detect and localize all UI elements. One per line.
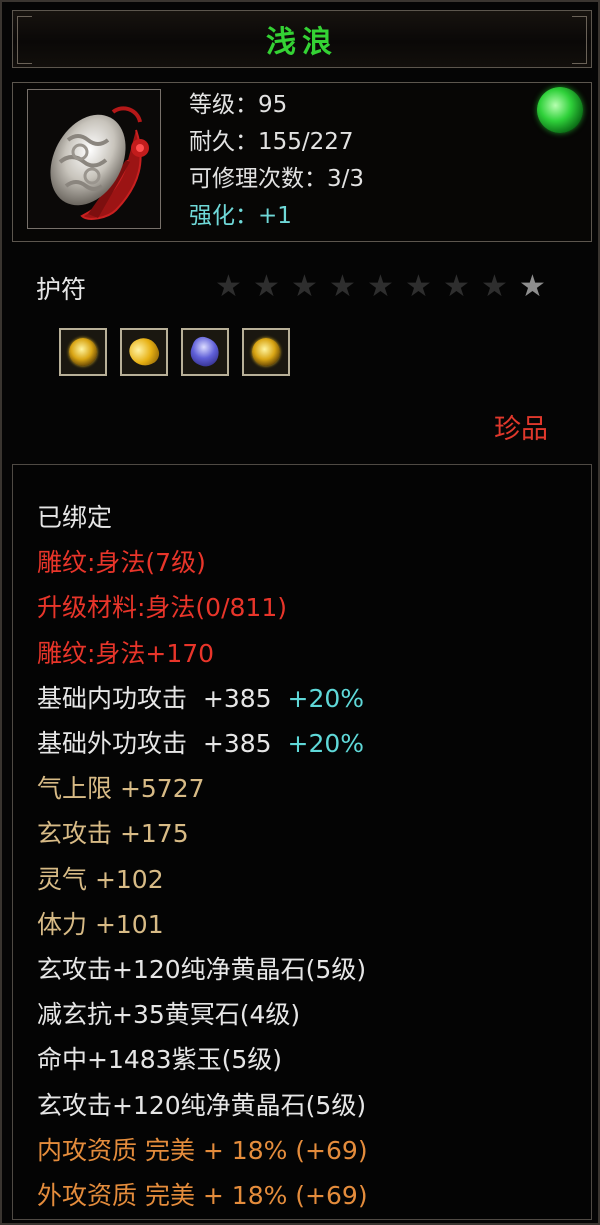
outer-attack-value: +385 <box>202 729 272 759</box>
durability-stat: 耐久：155/227 <box>189 129 354 155</box>
gem-bonus-line: 玄攻击+120纯净黄晶石(5级) <box>37 955 367 985</box>
inner-attack-line: 基础内功攻击 +385 +20% <box>37 676 368 721</box>
spirit-line: 灵气 +102 <box>37 864 164 894</box>
outer-attack-line: 基础外功攻击 +385 +20% <box>37 721 368 766</box>
bound-status: 已绑定 <box>37 503 113 532</box>
upgrade-material-line: 升级材料:身法(0/811) <box>37 593 287 623</box>
outer-quality-line: 外攻资质 完美 + 18% (+69) <box>37 1181 368 1211</box>
inner-attack-value: +385 <box>202 683 272 713</box>
gold-nugget-gem-icon[interactable] <box>120 328 168 376</box>
inner-attack-percent: +20% <box>287 683 365 713</box>
item-name: 浅浪 <box>266 25 338 60</box>
inner-attack-label: 基础内功攻击 <box>37 683 188 713</box>
engrave-bonus-line: 雕纹:身法+170 <box>37 638 215 668</box>
star-icon: ★ <box>367 269 394 304</box>
level-stat: 等级：95 <box>189 92 288 118</box>
star-icon: ★ <box>253 269 280 304</box>
item-info-panel: 等级：95 耐久：155/227 可修理次数：3/3 强化：+1 <box>12 82 592 242</box>
star-icon: ★ <box>215 269 242 304</box>
gem-bonus-line: 命中+1483紫玉(5级) <box>37 1045 282 1075</box>
gem-bonus-line: 玄攻击+120纯净黄晶石(5级) <box>37 1090 367 1120</box>
star-icon: ★ <box>291 269 318 304</box>
outer-attack-percent: +20% <box>287 729 365 759</box>
engrave-line: 雕纹:身法(7级) <box>37 548 206 578</box>
star-icon: ★ <box>443 269 470 304</box>
mystic-attack-line: 玄攻击 +175 <box>37 819 189 849</box>
attributes-panel: 已绑定 雕纹:身法(7级) 升级材料:身法(0/811) 雕纹:身法+170 基… <box>12 464 592 1220</box>
gem-slots <box>59 328 290 376</box>
yellow-crystal-gem-icon[interactable] <box>59 328 107 376</box>
purple-jade-gem-icon[interactable] <box>181 328 229 376</box>
enhance-stat: 强化：+1 <box>189 203 292 229</box>
star-icon: ★ <box>481 269 508 304</box>
item-stats: 等级：95 耐久：155/227 可修理次数：3/3 强化：+1 <box>189 87 364 235</box>
gem-bonus-line: 减玄抗+35黄冥石(4级) <box>37 1000 301 1030</box>
yellow-crystal-gem-icon[interactable] <box>242 328 290 376</box>
repair-count-stat: 可修理次数：3/3 <box>189 166 365 192</box>
star-lit-icon: ★ <box>519 269 546 304</box>
star-icon: ★ <box>405 269 432 304</box>
outer-attack-label: 基础外功攻击 <box>37 729 188 759</box>
green-orb-icon <box>537 87 583 133</box>
item-type: 护符 <box>36 275 87 304</box>
attribute-list: 已绑定 雕纹:身法(7级) 升级材料:身法(0/811) 雕纹:身法+170 基… <box>37 495 368 1218</box>
qi-limit-line: 气上限 +5727 <box>37 774 205 804</box>
item-portrait-icon <box>27 89 161 229</box>
rarity-label: 珍品 <box>494 414 548 445</box>
title-bar: 浅浪 <box>12 10 592 68</box>
inner-quality-line: 内攻资质 完美 + 18% (+69) <box>37 1135 368 1165</box>
item-tooltip: 浅浪 等级：95 耐久：155/227 可修理次数：3/3 强化：+1 护符 ★… <box>0 0 600 1225</box>
star-icon: ★ <box>329 269 356 304</box>
stamina-line: 体力 +101 <box>37 909 164 939</box>
star-rating: ★ ★ ★ ★ ★ ★ ★ ★ ★ <box>212 270 549 303</box>
